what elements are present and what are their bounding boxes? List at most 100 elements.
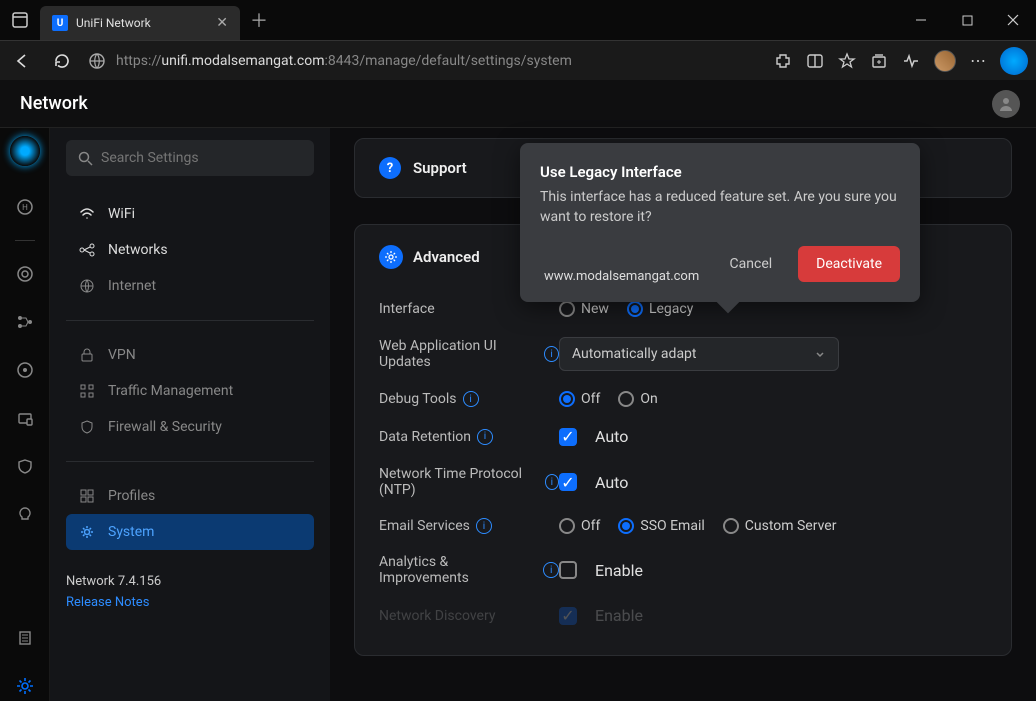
maximize-button[interactable] [944, 0, 990, 40]
app-title: Network [20, 93, 88, 114]
rail-security[interactable] [10, 451, 40, 481]
dialog-watermark: www.modalsemangat.com [544, 269, 699, 284]
chevron-down-icon [814, 348, 826, 360]
setting-email: Email Servicesi Off SSO Email Custom Ser… [379, 508, 987, 544]
nav-networks[interactable]: Networks [66, 232, 314, 268]
browser-toolbar: https://unifi.modalsemangat.com:8443/man… [0, 40, 1036, 80]
split-screen-icon[interactable] [806, 52, 824, 70]
minimize-button[interactable] [898, 0, 944, 40]
separator [66, 320, 314, 321]
profile-avatar[interactable] [934, 50, 956, 72]
info-icon[interactable]: i [543, 562, 559, 578]
refresh-button[interactable] [48, 52, 76, 70]
close-window-button[interactable] [990, 0, 1036, 40]
search-settings[interactable] [66, 140, 314, 176]
bing-chat-icon[interactable] [1000, 47, 1028, 75]
rail-devices[interactable] [10, 307, 40, 337]
separator [66, 461, 314, 462]
back-button[interactable] [8, 52, 36, 70]
radio-interface-new[interactable]: New [559, 301, 609, 317]
rail-insights[interactable] [10, 499, 40, 529]
help-icon: ? [379, 157, 401, 179]
info-icon[interactable]: i [545, 474, 559, 490]
radio-email-off[interactable]: Off [559, 518, 600, 534]
legacy-interface-dialog: Use Legacy Interface This interface has … [520, 143, 920, 302]
rail-dashboard[interactable]: H [10, 192, 40, 222]
checkbox-retention[interactable]: ✓ [559, 428, 577, 446]
select-web-ui[interactable]: Automatically adapt [559, 337, 839, 371]
rail-gateway[interactable] [10, 403, 40, 433]
release-notes-link[interactable]: Release Notes [66, 595, 314, 610]
more-icon[interactable]: ⋯ [970, 51, 986, 70]
label: Debug Tools [379, 391, 457, 407]
favorites-icon[interactable] [838, 52, 856, 70]
vpn-icon [78, 347, 96, 363]
nav-profiles[interactable]: Profiles [66, 478, 314, 514]
info-icon[interactable]: i [477, 429, 493, 445]
setting-debug: Debug Tools i Off On [379, 381, 987, 417]
rail-topology[interactable] [10, 259, 40, 289]
label: Web Application UI Updates [379, 338, 538, 370]
rail-logs[interactable] [10, 623, 40, 653]
nav-label: VPN [108, 347, 136, 363]
nav-system[interactable]: System [66, 514, 314, 550]
wifi-icon [78, 206, 96, 222]
rail-clients[interactable] [10, 355, 40, 385]
version-label: Network 7.4.156 [66, 574, 314, 589]
tab-close-icon[interactable]: ✕ [216, 15, 228, 31]
unifi-logo-icon[interactable] [10, 136, 40, 166]
traffic-icon [78, 383, 96, 399]
collections-icon[interactable] [870, 52, 888, 70]
label: Network Time Protocol (NTP) [379, 466, 539, 498]
nav-vpn[interactable]: VPN [66, 337, 314, 373]
app-header: Network [0, 80, 1036, 128]
nav-label: Networks [108, 242, 168, 258]
label: Interface [379, 301, 435, 317]
cancel-button[interactable]: Cancel [716, 248, 787, 280]
panel-title: Support [413, 159, 467, 177]
radio-email-sso[interactable]: SSO Email [618, 518, 704, 534]
info-icon[interactable]: i [544, 346, 559, 362]
health-icon[interactable] [902, 52, 920, 70]
label: Network Discovery [379, 608, 495, 624]
nav-label: System [108, 524, 154, 540]
address-bar[interactable]: https://unifi.modalsemangat.com:8443/man… [88, 52, 762, 70]
settings-sidebar: WiFi Networks Internet VPN Traffic Manag… [50, 128, 330, 701]
deactivate-button[interactable]: Deactivate [798, 246, 900, 282]
radio-email-custom[interactable]: Custom Server [723, 518, 837, 534]
tab-overview-icon[interactable] [0, 12, 40, 28]
nav-firewall[interactable]: Firewall & Security [66, 409, 314, 445]
checkbox-analytics[interactable] [559, 561, 577, 579]
new-tab-button[interactable]: ＋ [250, 7, 268, 33]
window-titlebar: U UniFi Network ✕ ＋ [0, 0, 1036, 40]
setting-retention: Data Retentioni ✓Auto [379, 417, 987, 456]
setting-ntp: Network Time Protocol (NTP)i ✓Auto [379, 456, 987, 508]
info-icon[interactable]: i [463, 391, 479, 407]
globe-icon [78, 278, 96, 294]
checkbox-ntp[interactable]: ✓ [559, 473, 577, 491]
setting-analytics: Analytics & Improvementsi Enable [379, 544, 987, 596]
radio-debug-on[interactable]: On [618, 391, 657, 407]
tab-title: UniFi Network [76, 16, 208, 30]
search-input[interactable] [101, 150, 302, 166]
info-icon[interactable]: i [476, 518, 492, 534]
profiles-icon [78, 488, 96, 504]
site-info-icon[interactable] [88, 52, 106, 70]
radio-interface-legacy[interactable]: Legacy [627, 301, 693, 317]
url-text: https://unifi.modalsemangat.com:8443/man… [116, 53, 572, 69]
user-menu-button[interactable] [992, 90, 1020, 118]
nav-internet[interactable]: Internet [66, 268, 314, 304]
networks-icon [78, 242, 96, 258]
label: Analytics & Improvements [379, 554, 537, 586]
radio-debug-off[interactable]: Off [559, 391, 600, 407]
rail-settings[interactable] [10, 671, 40, 701]
panel-title: Advanced [413, 248, 480, 266]
setting-discovery: Network Discovery ✓Enable [379, 596, 987, 635]
gear-icon [379, 245, 403, 269]
label: Data Retention [379, 429, 471, 445]
browser-tab[interactable]: U UniFi Network ✕ [40, 6, 240, 40]
nav-traffic[interactable]: Traffic Management [66, 373, 314, 409]
nav-wifi[interactable]: WiFi [66, 196, 314, 232]
checkbox-discovery[interactable]: ✓ [559, 607, 577, 625]
extensions-icon[interactable] [774, 52, 792, 70]
